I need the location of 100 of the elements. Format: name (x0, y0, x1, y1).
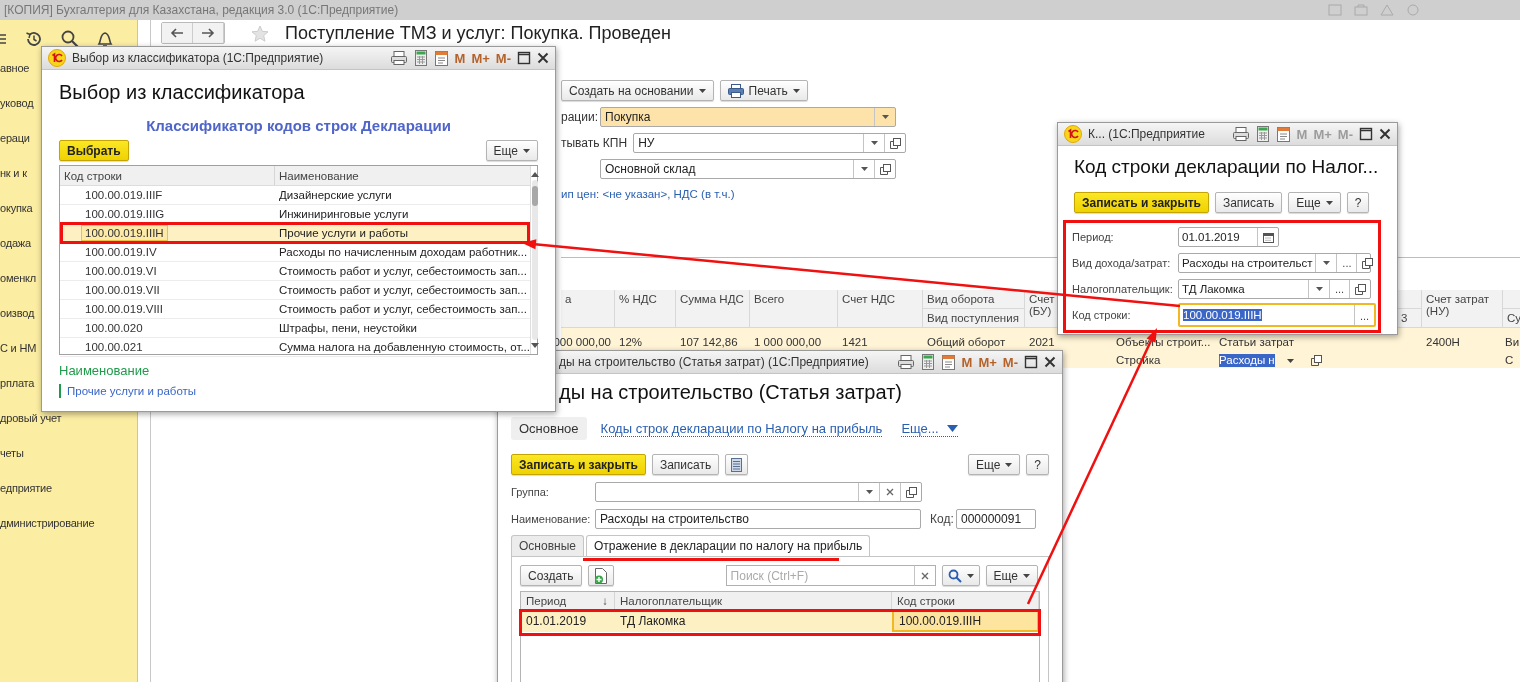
input-field[interactable] (595, 482, 922, 502)
column-header: Счет НДС (838, 290, 923, 328)
input-field[interactable]: НУ (633, 133, 907, 153)
section-link[interactable]: Основное (511, 417, 587, 440)
input-field[interactable]: 100.00.019.IIIH ... (1178, 303, 1376, 327)
more-link[interactable]: Еще... (901, 420, 958, 437)
window-heading: ды на строительство (Статья затрат) (558, 381, 903, 404)
table-cell-text: Стоимость работ и услуг, себестоимость зап... (278, 283, 527, 298)
back-button[interactable] (162, 23, 193, 43)
caret-icon (881, 115, 889, 119)
history-icon[interactable] (24, 29, 44, 49)
window-heading: Выбор из классификатора (59, 81, 306, 104)
table-row[interactable]: 100.00.019.IV Расходы по начисленным доходам работник... (60, 243, 530, 262)
action-button[interactable]: Записать (651, 454, 720, 475)
input-field[interactable]: Расходы на строительство (595, 509, 921, 529)
more-button[interactable]: Еще (1288, 192, 1341, 213)
more-button[interactable]: Еще (985, 565, 1039, 586)
app-title: [КОПИЯ] Бухгалтерия для Казахстана, редакция 3.0 (1С:Предприятие) (3, 3, 399, 17)
table-row[interactable]: 100.00.019.VIII Стоимость работ и услуг, себестоимость зап... (60, 300, 530, 319)
menu-button[interactable]: Создать на основании (561, 80, 714, 101)
tab[interactable]: Основные (511, 535, 584, 556)
close-icon (537, 52, 549, 64)
list-button[interactable] (725, 454, 749, 475)
maximize-icon (1024, 355, 1038, 369)
scroll-down-icon (530, 343, 539, 348)
action-button[interactable]: Записать (1214, 192, 1283, 213)
choice-button[interactable]: ... (1354, 305, 1374, 325)
input-field[interactable]: 01.01.2019 (1178, 227, 1279, 247)
sidebar-item[interactable]: четы (0, 443, 137, 478)
scroll-thumb[interactable] (531, 186, 538, 206)
classifier-title: Классификатор кодов строк Декларации (145, 117, 452, 134)
choice-button[interactable]: ... (1336, 254, 1357, 272)
column-header: а (561, 290, 615, 328)
table-cell-text: 100.00.019.IIIG (84, 207, 166, 222)
input-field[interactable]: Основной склад (600, 159, 896, 179)
search-icon[interactable] (60, 29, 80, 49)
table-row[interactable]: 100.00.021 Сумма налога на добавленную стоимость, от... (60, 338, 530, 357)
value-link[interactable]: Прочие услуги и работы (67, 385, 197, 397)
choice-button[interactable]: ... (1329, 280, 1349, 298)
action-button[interactable]: ? (1346, 192, 1370, 213)
table-row[interactable]: 100.00.019.VII Стоимость работ и услуг, себестоимость зап... (60, 281, 530, 300)
forward-button[interactable] (193, 23, 224, 43)
search-field[interactable]: Поиск (Ctrl+F) (725, 565, 914, 586)
menu-icon[interactable] (0, 32, 8, 46)
search-button[interactable] (941, 565, 980, 586)
table-cell-text: 100.00.019.IIIF (84, 188, 164, 203)
column-header: Код строки (892, 592, 1039, 610)
create-button[interactable]: Создать (520, 565, 582, 586)
memory-button[interactable]: M- (1002, 354, 1018, 370)
copy-button[interactable] (587, 565, 614, 586)
input-field[interactable]: Расходы на строительст ... (1178, 253, 1371, 273)
table-cell-text: 2400Н (1426, 336, 1461, 349)
input-field[interactable]: 000000091 (956, 509, 1036, 529)
clear-button[interactable] (913, 565, 936, 586)
field-label: Налогоплательщик: (1072, 283, 1174, 295)
field-label: Группа: (511, 486, 550, 498)
save-close-button[interactable]: Записать и закрыть (1074, 192, 1209, 213)
logo-icon (1064, 125, 1082, 143)
memory-button[interactable]: M+ (978, 354, 997, 370)
table-cell: Расходы н (1219, 354, 1275, 367)
memory-button[interactable]: M+ (471, 50, 490, 66)
save-close-button[interactable]: Записать и закрыть (511, 454, 646, 475)
table-cell-text: Инжиниринговые услуги (278, 207, 409, 222)
field-label: тывать КПН (561, 136, 628, 150)
calculator-icon (413, 50, 428, 66)
table-cell-text: 100.00.020 (84, 321, 144, 336)
calculator-icon (1255, 126, 1270, 142)
clear-icon (920, 571, 929, 580)
tab[interactable]: Отражение в декларации по налогу на прибыль (585, 535, 871, 556)
caret-icon (1322, 261, 1330, 265)
table-cell-text: 1421 (842, 336, 869, 349)
field-label: Код: (930, 512, 955, 526)
section-link[interactable]: Коды строк декларации по Налогу на прибыль (600, 420, 883, 437)
more-button[interactable]: Еще (967, 454, 1021, 475)
sidebar-item[interactable]: едприятие (0, 478, 137, 513)
table-row[interactable]: 100.00.019.VI Стоимость работ и услуг, себестоимость зап... (60, 262, 530, 281)
action-button[interactable]: ? (1026, 454, 1049, 475)
list-icon (731, 457, 743, 472)
sidebar-item[interactable]: дминистрирование (0, 513, 137, 548)
table-cell-text: 12% (619, 336, 644, 349)
caret-icon (1005, 462, 1013, 467)
open-window-icon (889, 137, 901, 149)
bell-icon[interactable] (96, 29, 114, 49)
close-icon (1379, 128, 1391, 140)
select-button[interactable]: Выбрать (59, 140, 129, 161)
table-row[interactable]: 100.00.019.IIIF Дизайнерские услуги (60, 186, 530, 205)
table-row[interactable]: 100.00.019.IIIH Прочие услуги и работы (60, 224, 530, 243)
sidebar-item[interactable]: дровый учет (0, 408, 137, 443)
memory-button[interactable]: M (454, 50, 466, 66)
print-button[interactable]: Печать (719, 80, 808, 101)
field-label: Наименование: (511, 513, 592, 525)
memory-button[interactable]: M- (495, 50, 511, 66)
scrollbar[interactable] (529, 166, 539, 354)
input-field[interactable]: ТД Лакомка ... (1178, 279, 1371, 299)
more-button[interactable]: Еще (485, 140, 538, 161)
table-row[interactable]: 100.00.019.IIIG Инжиниринговые услуги (60, 205, 530, 224)
memory-button[interactable]: M (961, 354, 973, 370)
input-field[interactable]: Покупка (600, 107, 896, 127)
table-row[interactable]: 100.00.020 Штрафы, пени, неустойки (60, 319, 530, 338)
star-icon[interactable] (251, 24, 269, 42)
